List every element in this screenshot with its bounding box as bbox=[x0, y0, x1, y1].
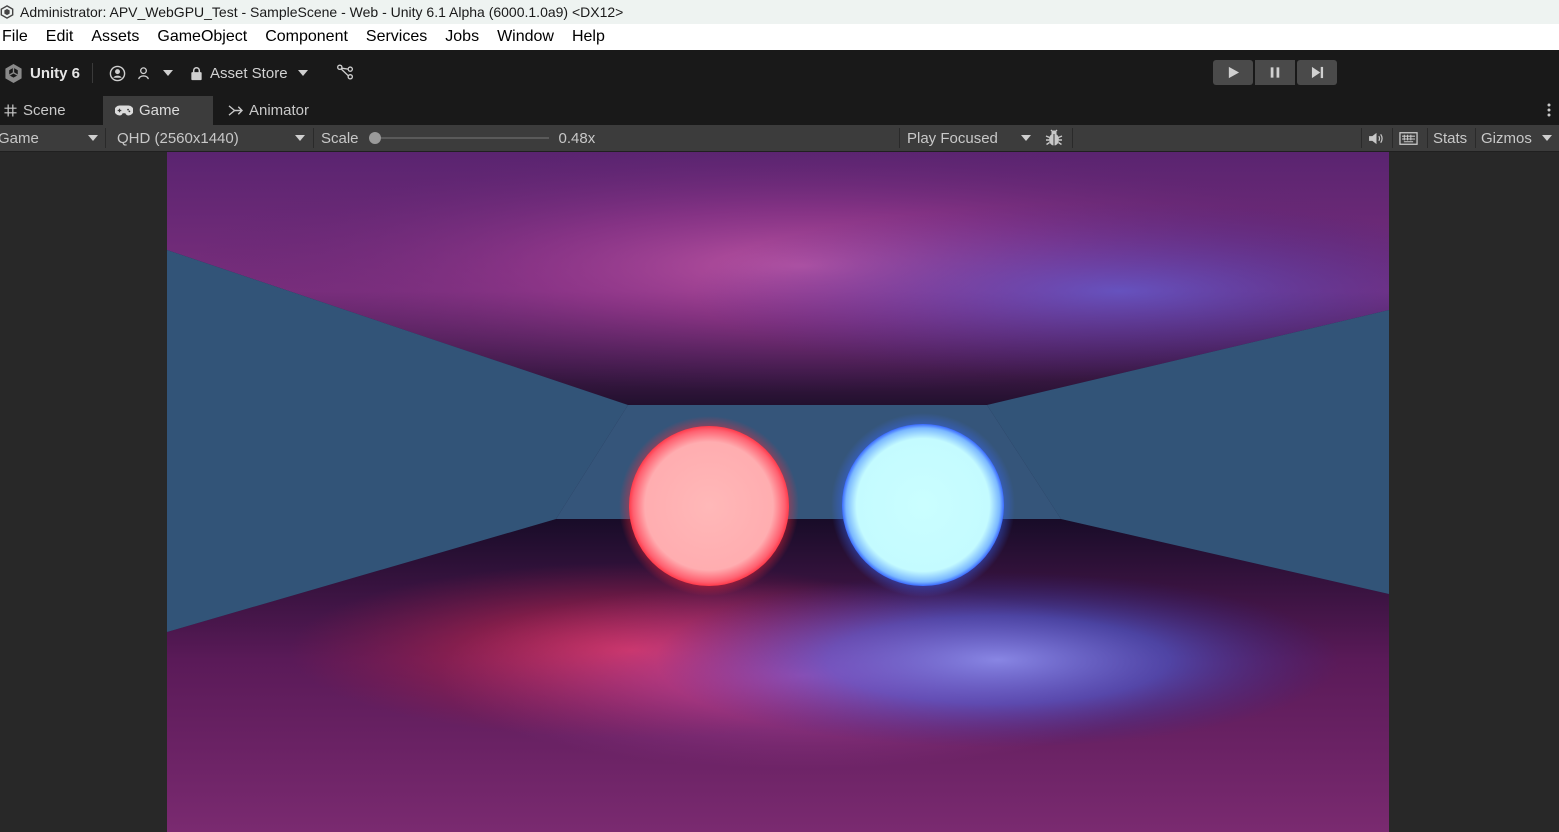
pause-icon bbox=[1270, 67, 1280, 78]
menu-edit[interactable]: Edit bbox=[37, 24, 83, 50]
step-icon bbox=[1311, 66, 1323, 79]
scale-slider[interactable] bbox=[368, 125, 549, 151]
tab-game-label: Game bbox=[139, 102, 180, 119]
menu-help[interactable]: Help bbox=[563, 24, 614, 50]
menu-gameobject[interactable]: GameObject bbox=[148, 24, 256, 50]
unity-brand-label: Unity 6 bbox=[30, 64, 81, 82]
gamepad-icon bbox=[115, 105, 133, 116]
audio-mute-icon[interactable] bbox=[1368, 125, 1385, 151]
stats-button[interactable]: Stats bbox=[1433, 125, 1467, 151]
chevron-down-icon bbox=[163, 70, 173, 76]
bug-icon[interactable] bbox=[1044, 125, 1064, 151]
toolbar-divider bbox=[1361, 128, 1362, 148]
tab-animator-label: Animator bbox=[249, 102, 310, 119]
display-value: Game bbox=[0, 129, 39, 147]
scale-slider-handle[interactable] bbox=[368, 132, 381, 144]
game-render[interactable] bbox=[167, 152, 1389, 832]
tab-scene[interactable]: Scene bbox=[4, 96, 66, 125]
stats-label: Stats bbox=[1433, 129, 1468, 147]
tab-scene-label: Scene bbox=[23, 102, 66, 119]
version-control-icon[interactable] bbox=[336, 63, 355, 81]
lock-icon bbox=[191, 66, 202, 80]
collab-icon bbox=[138, 66, 149, 79]
game-view-toolbar: Game QHD (2560x1440) Scale 0.48x Play Fo… bbox=[0, 125, 1559, 152]
tab-animator[interactable]: Animator bbox=[228, 96, 309, 125]
scale-slider-track bbox=[372, 137, 549, 139]
menu-assets[interactable]: Assets bbox=[82, 24, 148, 50]
menu-component[interactable]: Component bbox=[256, 24, 357, 50]
game-view-viewport[interactable] bbox=[0, 152, 1559, 832]
scale-label: Scale bbox=[321, 129, 359, 147]
gizmos-dropdown[interactable]: Gizmos bbox=[1481, 125, 1552, 151]
step-button[interactable] bbox=[1297, 60, 1337, 85]
toolbar-divider bbox=[1427, 128, 1428, 148]
menu-window[interactable]: Window bbox=[488, 24, 563, 50]
toolbar-divider bbox=[1072, 128, 1073, 148]
toolbar-divider bbox=[899, 128, 900, 148]
menu-file[interactable]: File bbox=[0, 24, 37, 50]
scale-value: 0.48x bbox=[558, 129, 596, 147]
window-title: Administrator: APV_WebGPU_Test - SampleS… bbox=[20, 4, 624, 20]
toolbar-divider bbox=[92, 63, 93, 83]
chevron-down-icon bbox=[1541, 135, 1552, 141]
unity-app-icon bbox=[0, 5, 14, 19]
more-options-icon[interactable] bbox=[1547, 102, 1551, 123]
chevron-down-icon bbox=[297, 70, 308, 76]
play-mode-dropdown[interactable]: Play Focused bbox=[901, 125, 1037, 151]
cyan-glowing-sphere bbox=[831, 413, 1015, 597]
editor-tabs: Scene Game Animator bbox=[0, 96, 1559, 125]
gizmos-label: Gizmos bbox=[1481, 129, 1532, 147]
resolution-value: QHD (2560x1440) bbox=[117, 129, 239, 147]
toolbar-divider bbox=[1475, 128, 1476, 148]
keyboard-icon[interactable] bbox=[1399, 125, 1418, 151]
grid-icon bbox=[4, 104, 17, 117]
animator-icon bbox=[228, 105, 243, 116]
tab-game[interactable]: Game bbox=[103, 96, 213, 125]
window-title-bar: Administrator: APV_WebGPU_Test - SampleS… bbox=[0, 0, 1559, 24]
account-icon bbox=[109, 65, 126, 81]
scene-render bbox=[167, 152, 1389, 832]
play-icon bbox=[1228, 66, 1239, 79]
play-mode-value: Play Focused bbox=[907, 129, 998, 147]
menu-jobs[interactable]: Jobs bbox=[436, 24, 488, 50]
menu-bar: File Edit Assets GameObject Component Se… bbox=[0, 24, 1559, 51]
play-button[interactable] bbox=[1213, 60, 1253, 85]
play-controls bbox=[1213, 60, 1337, 85]
toolbar-divider bbox=[1392, 128, 1393, 148]
main-toolbar: Unity 6 Asset Store bbox=[0, 50, 1559, 96]
chevron-down-icon bbox=[88, 135, 98, 141]
resolution-dropdown[interactable]: QHD (2560x1440) bbox=[111, 125, 311, 151]
scale-control: Scale 0.48x bbox=[321, 125, 595, 151]
asset-store-label: Asset Store bbox=[210, 64, 288, 82]
account-dropdown[interactable] bbox=[109, 62, 173, 84]
toolbar-divider bbox=[105, 128, 106, 148]
menu-services[interactable]: Services bbox=[357, 24, 436, 50]
pause-button[interactable] bbox=[1255, 60, 1295, 85]
display-dropdown[interactable]: Game bbox=[0, 125, 104, 151]
asset-store-button[interactable]: Asset Store bbox=[189, 62, 308, 84]
chevron-down-icon bbox=[295, 135, 305, 141]
unity-logo-icon bbox=[5, 63, 22, 83]
chevron-down-icon bbox=[1021, 135, 1031, 141]
unity-brand-button[interactable]: Unity 6 bbox=[4, 61, 80, 85]
red-glowing-sphere bbox=[619, 416, 799, 596]
toolbar-divider bbox=[313, 128, 314, 148]
